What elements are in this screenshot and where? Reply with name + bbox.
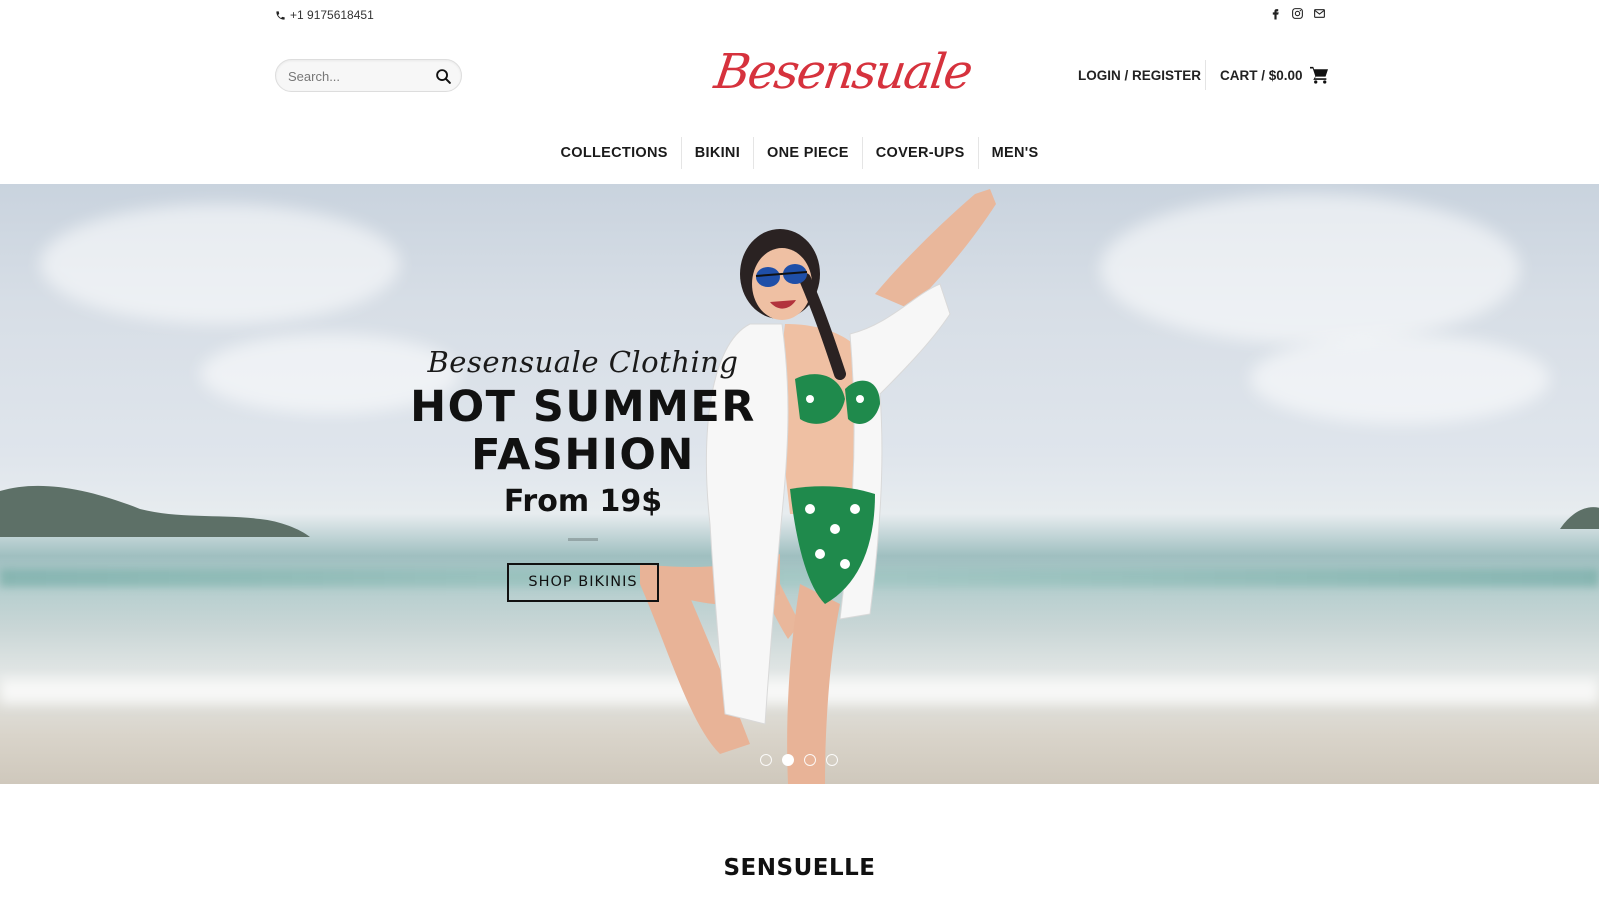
hero-script-title: Besensuale Clothing — [427, 345, 739, 379]
instagram-icon[interactable] — [1290, 6, 1304, 20]
cart-icon — [1309, 66, 1328, 84]
facebook-icon[interactable] — [1268, 6, 1282, 20]
site-logo[interactable]: Besensuale — [711, 36, 974, 110]
search-input[interactable] — [288, 67, 428, 85]
main-nav: COLLECTIONS BIKINI ONE PIECE COVER-UPS M… — [0, 135, 1599, 171]
hero-headline-line1: HOT SUMMER — [410, 382, 756, 432]
nav-item-one-piece[interactable]: ONE PIECE — [753, 137, 862, 169]
slider-dot-active[interactable] — [782, 754, 794, 766]
nav-item-bikini[interactable]: BIKINI — [680, 137, 753, 169]
nav-item-cover-ups[interactable]: COVER-UPS — [861, 137, 978, 169]
email-icon[interactable] — [1312, 6, 1326, 20]
social-links — [1268, 6, 1326, 20]
hero-price-text: From 19$ — [503, 484, 663, 519]
cloud-shape — [1250, 334, 1550, 424]
cart-link[interactable]: CART / $0.00 — [1220, 66, 1329, 84]
cloud-shape — [40, 204, 400, 324]
phone-number: +1 9175618451 — [290, 8, 374, 22]
cloud-shape — [1100, 194, 1520, 344]
hero-divider — [568, 538, 598, 541]
shop-bikinis-button[interactable]: SHOP BIKINIS — [507, 563, 659, 602]
hero-content: Besensuale Clothing HOT SUMMER FASHION F… — [383, 342, 783, 602]
section-title: SENSUELLE — [723, 855, 876, 881]
slider-dot[interactable] — [760, 754, 772, 766]
search-box — [275, 59, 462, 92]
phone-icon — [276, 10, 285, 20]
island-shape — [1560, 507, 1599, 529]
login-register-link[interactable]: LOGIN / REGISTER — [1078, 68, 1201, 83]
phone-contact[interactable]: +1 9175618451 — [275, 8, 374, 22]
top-bar: +1 9175618451 — [0, 0, 1599, 30]
island-shape — [0, 485, 310, 537]
slider-dots — [760, 754, 838, 766]
nav-item-collections[interactable]: COLLECTIONS — [548, 137, 681, 169]
hero-headline-line2: FASHION — [471, 430, 695, 480]
nav-item-mens[interactable]: MEN'S — [977, 137, 1052, 169]
header-divider — [1205, 60, 1206, 90]
hero-slider: Besensuale Clothing HOT SUMMER FASHION F… — [0, 184, 1599, 784]
search-icon[interactable] — [434, 67, 452, 85]
slider-dot[interactable] — [804, 754, 816, 766]
cart-label: CART / $0.00 — [1220, 67, 1303, 83]
slider-dot[interactable] — [826, 754, 838, 766]
logo-text: Besensuale — [711, 44, 975, 100]
